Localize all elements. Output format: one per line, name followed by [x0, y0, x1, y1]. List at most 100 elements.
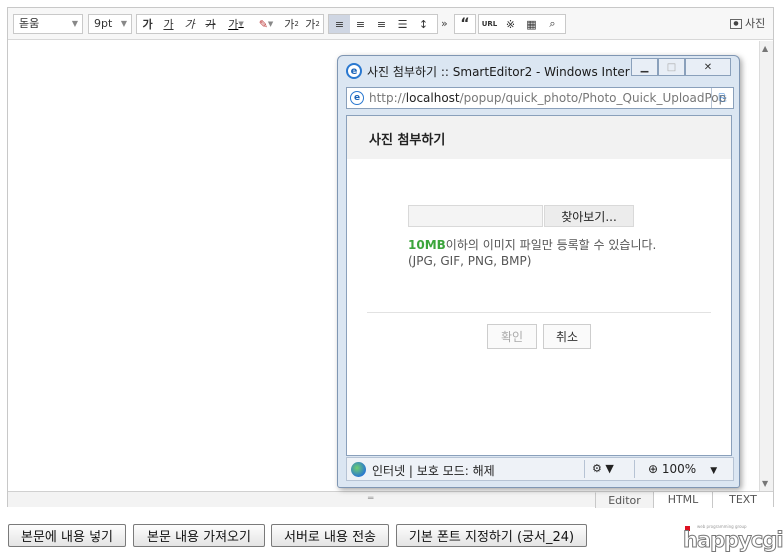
happycgi-logo: web programming group happycgi	[683, 524, 784, 553]
align-center-button[interactable]: ≡	[350, 15, 371, 33]
security-zone-text: 인터넷 | 보호 모드: 해제	[372, 464, 495, 478]
quote-icon: “	[460, 16, 470, 32]
font-color-button[interactable]: 가 ▼	[221, 15, 251, 33]
url-host: localhost	[405, 91, 460, 105]
close-button[interactable]: ✕	[685, 58, 731, 76]
search-icon: ⌕	[549, 17, 556, 30]
photo-button[interactable]: ● 사진	[730, 14, 765, 34]
ie-icon: e	[346, 63, 362, 79]
scroll-up-icon[interactable]: ▲	[762, 44, 768, 53]
format-note: (JPG, GIF, PNG, BMP)	[408, 254, 532, 268]
popup-content: 사진 첨부하기 찾아보기... 10MB이하의 이미지 파일만 등록할 수 있습…	[346, 115, 732, 456]
bold-icon: 가	[142, 18, 153, 31]
line-height-button[interactable]: ↕	[413, 15, 434, 33]
confirm-label: 확인	[500, 330, 524, 344]
quote-button[interactable]: “	[455, 15, 475, 33]
font-size-select[interactable]: 9pt ▼	[88, 14, 132, 34]
page-icon: e	[350, 91, 364, 105]
window-title: e 사진 첨부하기 :: SmartEditor2 - Windows Inte…	[346, 63, 631, 79]
submit-content-button[interactable]: 서버로 내용 전송	[271, 524, 389, 547]
background-color-button[interactable]: ✎ ▼	[251, 15, 281, 33]
chevron-down-icon: ▼	[710, 466, 718, 476]
button-label: 본문에 내용 넣기	[21, 530, 113, 545]
superscript-mark-icon: 2	[294, 20, 299, 28]
scroll-down-icon[interactable]: ▼	[762, 479, 768, 488]
globe-icon	[351, 462, 366, 477]
compatibility-icon[interactable]: ⎘	[711, 88, 733, 108]
photo-upload-window: e 사진 첨부하기 :: SmartEditor2 - Windows Inte…	[337, 55, 740, 488]
cancel-label: 취소	[555, 330, 579, 344]
zoom-value: 100%	[661, 462, 697, 476]
popup-heading: 사진 첨부하기	[369, 133, 446, 148]
superscript-button[interactable]: 가2	[281, 15, 302, 33]
link-icon: URL	[481, 20, 498, 28]
divider	[584, 460, 585, 478]
close-icon: ✕	[703, 61, 713, 73]
minimize-icon: ▁	[640, 61, 649, 73]
cancel-button[interactable]: 취소	[543, 324, 591, 349]
subscript-icon: 가	[305, 18, 316, 31]
mode-tab-label: TEXT	[729, 493, 757, 506]
mode-tab-label: Editor	[608, 494, 641, 507]
more-button[interactable]: »	[441, 14, 448, 34]
superscript-icon: 가	[284, 18, 295, 31]
button-label: 본문 내용 가져오기	[147, 530, 251, 545]
mode-tab-editor[interactable]: Editor	[595, 492, 653, 508]
confirm-button[interactable]: 확인	[487, 324, 537, 349]
subscript-button[interactable]: 가2	[302, 15, 323, 33]
zoom-icon: ⊕	[648, 462, 662, 476]
special-char-button[interactable]: ※	[500, 15, 521, 33]
divider	[367, 312, 711, 313]
align-justify-button[interactable]: ☰	[392, 15, 413, 33]
window-title-text: 사진 첨부하기 :: SmartEditor2 - Windows Inter…	[367, 64, 631, 79]
resize-handle-icon[interactable]: ═	[368, 494, 373, 504]
minimize-button[interactable]: ▁	[631, 58, 658, 76]
chevron-down-icon: ▼	[267, 20, 274, 28]
get-content-button[interactable]: 본문 내용 가져오기	[133, 524, 265, 547]
format-group: 가 가 가 가 가 ▼ ✎ ▼ 가2 가2	[136, 14, 324, 34]
popup-header: 사진 첨부하기	[347, 116, 731, 159]
align-right-button[interactable]: ≡	[371, 15, 392, 33]
special-char-icon: ※	[505, 17, 516, 31]
zoom-control[interactable]: ⊕ 100% ▼	[648, 462, 717, 476]
mode-tab-text[interactable]: TEXT	[712, 492, 773, 508]
file-path-input[interactable]	[408, 205, 543, 227]
maximize-icon: □	[666, 61, 677, 73]
url-button[interactable]: URL	[479, 15, 500, 33]
table-button[interactable]: ▦	[521, 15, 542, 33]
chevron-down-icon: ▼	[120, 19, 127, 28]
logo-name: happycgi	[683, 528, 784, 553]
chevron-down-icon: ▼	[71, 19, 78, 28]
insert-content-button[interactable]: 본문에 내용 넣기	[8, 524, 126, 547]
url-path: /popup/quick_photo/Photo_Quick_UploadPop	[459, 91, 727, 105]
mode-tab-html[interactable]: HTML	[653, 492, 712, 508]
align-left-button[interactable]: ≡	[329, 15, 350, 33]
url-prefix: http://	[369, 91, 406, 105]
font-name-value: 돋움	[19, 17, 40, 30]
editor-toolbar: 돋움 ▼ 9pt ▼ 가 가 가 가 가 ▼ ✎ ▼ 가2 가2 ≡ ≡ ≡ ☰ ↕…	[8, 8, 773, 40]
editor-mode-bar: ═ Editor HTML TEXT	[8, 491, 773, 508]
address-bar[interactable]: e http://localhost/popup/quick_photo/Pho…	[346, 87, 734, 109]
maximize-button[interactable]: □	[658, 58, 685, 76]
find-button[interactable]: ⌕	[542, 15, 563, 33]
set-default-font-button[interactable]: 기본 폰트 지정하기 (궁서_24)	[396, 524, 587, 547]
editor-scrollbar[interactable]: ▲ ▼	[759, 41, 773, 491]
browse-button[interactable]: 찾아보기...	[544, 205, 634, 227]
table-icon: ▦	[526, 17, 537, 31]
mode-tab-label: HTML	[667, 493, 699, 506]
font-name-select[interactable]: 돋움 ▼	[13, 14, 83, 34]
underline-button[interactable]: 가	[158, 15, 179, 33]
align-justify-icon: ☰	[397, 17, 408, 31]
underline-icon: 가	[163, 18, 174, 31]
italic-icon: 가	[184, 18, 195, 31]
camera-icon: ●	[730, 19, 742, 29]
font-color-icon: 가	[228, 18, 239, 31]
protected-mode-icon[interactable]: ⚙ ▼	[592, 462, 614, 475]
divider	[634, 460, 635, 478]
strikethrough-button[interactable]: 가	[200, 15, 221, 33]
subscript-mark-icon: 2	[315, 20, 320, 28]
bold-button[interactable]: 가	[137, 15, 158, 33]
italic-button[interactable]: 가	[179, 15, 200, 33]
chevron-down-icon: ▼	[238, 20, 244, 28]
highlighter-icon: ✎	[258, 17, 268, 31]
